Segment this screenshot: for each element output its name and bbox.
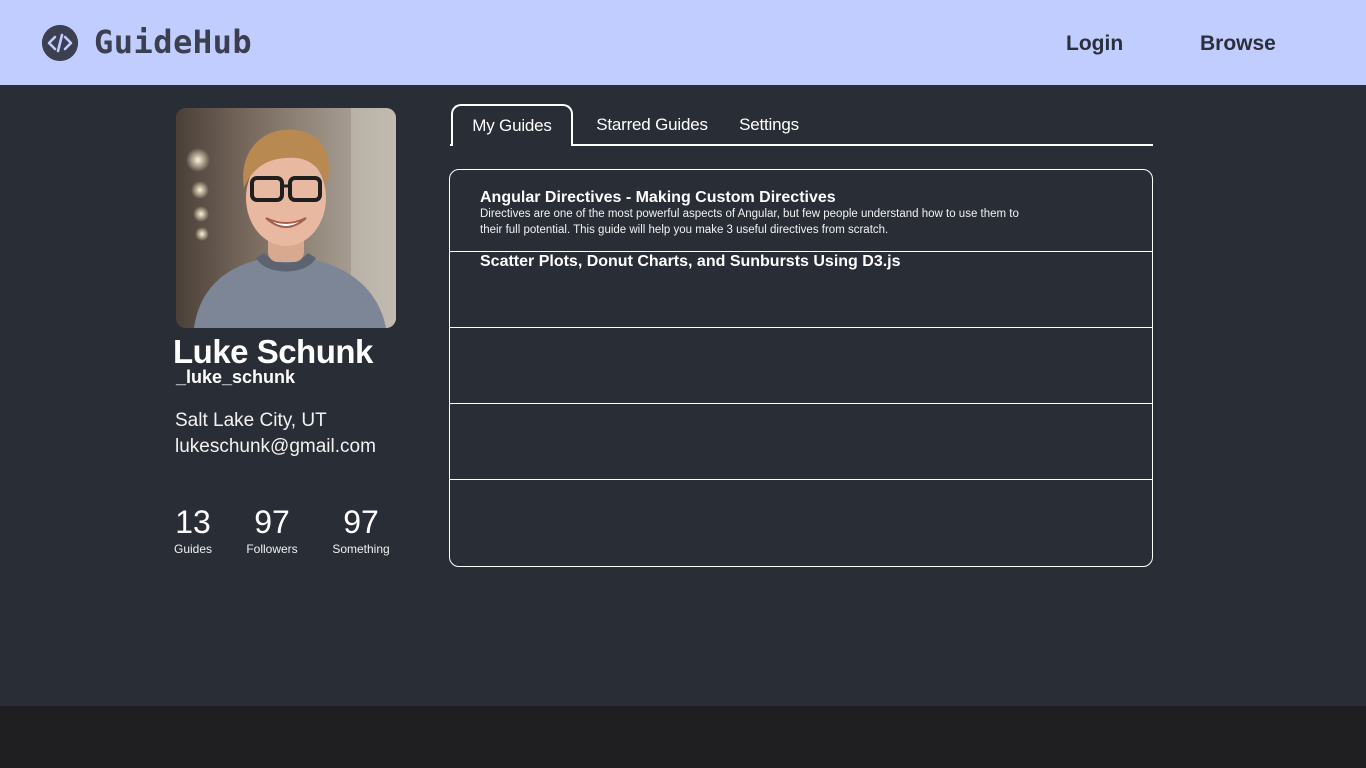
stat-followers: 97 Followers <box>243 503 301 557</box>
guide-description: Directives are one of the most powerful … <box>480 208 1019 236</box>
top-navbar: GuideHub Login Browse <box>0 0 1366 85</box>
stat-something-label: Something <box>332 542 390 556</box>
tab-my-guides[interactable]: My Guides <box>451 104 573 146</box>
login-link[interactable]: Login <box>1066 30 1123 58</box>
profile-location: Salt Lake City, UT <box>175 410 327 431</box>
stat-guides-value: 13 <box>175 504 211 540</box>
stat-guides-label: Guides <box>173 542 213 556</box>
browse-link[interactable]: Browse <box>1200 30 1276 58</box>
code-icon[interactable] <box>42 25 78 61</box>
guide-list: Angular Directives - Making Custom Direc… <box>449 169 1153 567</box>
stat-something: 97 Something <box>330 503 392 557</box>
tab-starred-guides[interactable]: Starred Guides <box>596 104 708 146</box>
brand-logo-text[interactable]: GuideHub <box>94 22 252 62</box>
stat-followers-value: 97 <box>254 504 290 540</box>
guide-list-item[interactable] <box>450 480 1152 566</box>
guide-list-item[interactable]: Scatter Plots, Donut Charts, and Sunburs… <box>450 252 1152 328</box>
guide-list-item[interactable]: Angular Directives - Making Custom Direc… <box>450 170 1152 252</box>
profile-email[interactable]: lukeschunk@gmail.com <box>175 435 376 459</box>
stat-guides: 13 Guides <box>172 503 214 557</box>
stat-something-value: 97 <box>343 504 379 540</box>
avatar <box>176 108 396 328</box>
guide-list-item[interactable] <box>450 328 1152 404</box>
page-footer <box>0 706 1366 768</box>
stat-followers-label: Followers <box>246 542 298 556</box>
guide-list-item[interactable] <box>450 404 1152 480</box>
guide-title[interactable]: Scatter Plots, Donut Charts, and Sunburs… <box>480 252 901 272</box>
profile-tabs: My Guides Starred Guides Settings <box>450 104 1153 146</box>
tab-settings[interactable]: Settings <box>734 104 804 146</box>
guide-title[interactable]: Angular Directives - Making Custom Direc… <box>480 188 836 208</box>
profile-handle: _luke_schunk <box>176 367 296 387</box>
